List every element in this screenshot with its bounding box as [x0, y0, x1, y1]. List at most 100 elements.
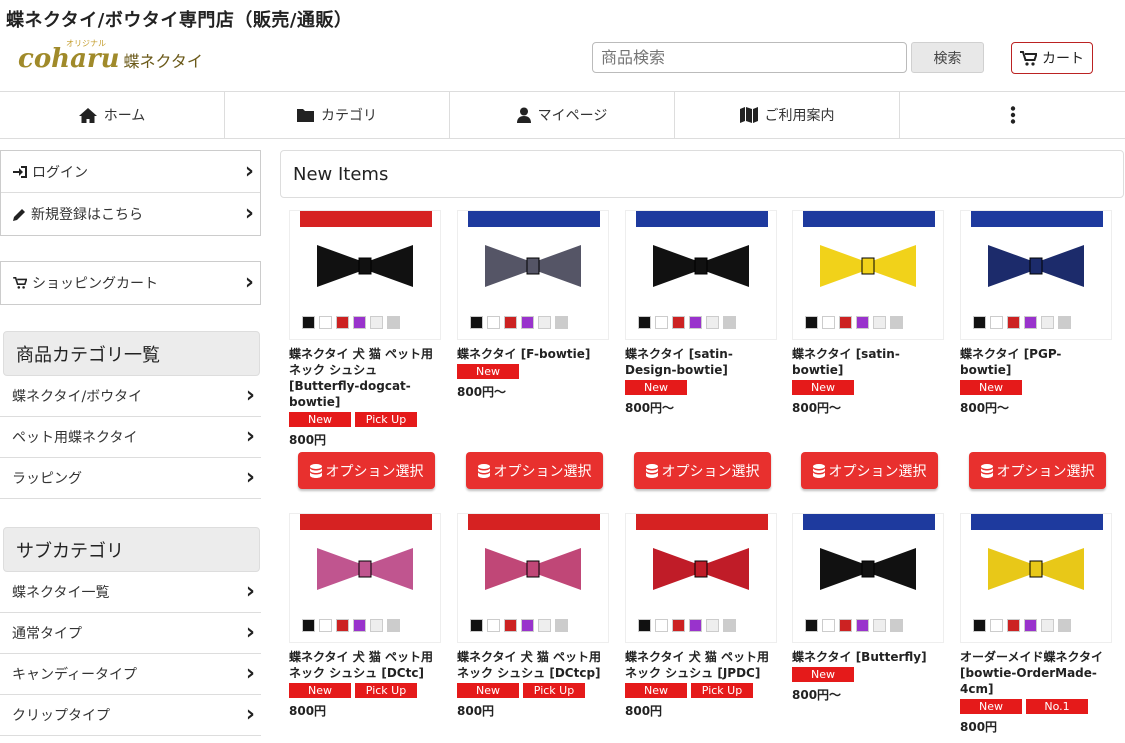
subcategory-item[interactable]: 蝶ネクタイ一覧 ›: [0, 572, 261, 613]
bowtie-icon: [988, 245, 1084, 287]
product-name[interactable]: オーダーメイド蝶ネクタイ [bowtie-OrderMade-4cm]: [960, 649, 1112, 697]
product-card[interactable]: 蝶ネクタイ [satin-bowtie] New 800円～: [792, 210, 944, 416]
product-name[interactable]: 蝶ネクタイ [PGP-bowtie]: [960, 346, 1112, 378]
search-input[interactable]: [592, 42, 907, 73]
shopping-cart-link[interactable]: ショッピングカート ›: [1, 262, 260, 304]
color-swatch: [990, 619, 1003, 632]
logo-tag: オリジナル: [66, 39, 106, 48]
user-icon: [516, 107, 531, 123]
product-badges: New Pick Up: [625, 683, 777, 698]
nav-category[interactable]: カテゴリ: [225, 92, 450, 138]
product-image[interactable]: [625, 210, 777, 340]
color-swatch: [387, 619, 400, 632]
cart-icon: [1020, 50, 1037, 66]
chevron-right-icon: ›: [244, 270, 254, 295]
subcategory-heading: サブカテゴリ: [3, 527, 260, 572]
category-item[interactable]: ペット用蝶ネクタイ ›: [0, 417, 261, 458]
product-card[interactable]: 蝶ネクタイ 犬 猫 ペット用 ネック シュシュ [DCtcp] New Pick U…: [457, 513, 609, 719]
product-price: 800円～: [960, 401, 1010, 415]
product-image[interactable]: [289, 210, 441, 340]
product-image[interactable]: [960, 210, 1112, 340]
product-image[interactable]: [457, 210, 609, 340]
color-swatch: [470, 316, 483, 329]
database-icon: [309, 463, 322, 478]
cart-button[interactable]: カート: [1011, 42, 1093, 74]
status-badge: New: [625, 380, 687, 395]
register-link[interactable]: 新規登録はこちら ›: [1, 193, 260, 235]
color-swatch: [336, 316, 349, 329]
login-link[interactable]: ログイン ›: [1, 151, 260, 193]
status-badge: New: [792, 380, 854, 395]
bowtie-icon: [485, 548, 581, 590]
color-swatch: [805, 619, 818, 632]
sign-in-icon: [13, 165, 27, 178]
bowtie-icon: [653, 548, 749, 590]
product-image-banner: [468, 514, 600, 530]
color-swatch: [504, 619, 517, 632]
site-logo[interactable]: オリジナル coharu 蝶ネクタイ: [18, 39, 203, 74]
product-card[interactable]: オーダーメイド蝶ネクタイ [bowtie-OrderMade-4cm] New No…: [960, 513, 1112, 735]
cart-label: カート: [1042, 51, 1084, 67]
product-card[interactable]: 蝶ネクタイ [Butterfly] New 800円～: [792, 513, 944, 703]
product-name[interactable]: 蝶ネクタイ [Butterfly]: [792, 649, 944, 665]
product-name[interactable]: 蝶ネクタイ 犬 猫 ペット用 ネック シュシュ [DCtcp]: [457, 649, 609, 681]
product-card[interactable]: 蝶ネクタイ 犬 猫 ペット用 ネック シュシュ [Butterfly-dogca…: [289, 210, 441, 448]
category-item[interactable]: 蝶ネクタイ/ボウタイ ›: [0, 376, 261, 417]
color-swatch: [655, 316, 668, 329]
product-name[interactable]: 蝶ネクタイ 犬 猫 ペット用 ネック シュシュ [Butterfly-dogca…: [289, 346, 441, 410]
product-image[interactable]: [792, 513, 944, 643]
product-name[interactable]: 蝶ネクタイ [satin-bowtie]: [792, 346, 944, 378]
product-card[interactable]: 蝶ネクタイ 犬 猫 ペット用 ネック シュシュ [JPDC] New Pick Up…: [625, 513, 777, 719]
product-card[interactable]: 蝶ネクタイ [PGP-bowtie] New 800円～: [960, 210, 1112, 416]
category-item[interactable]: ラッピング ›: [0, 458, 261, 499]
product-image[interactable]: [960, 513, 1112, 643]
product-image[interactable]: [289, 513, 441, 643]
color-swatch: [638, 619, 651, 632]
chevron-right-icon: ›: [245, 579, 255, 604]
product-image[interactable]: [457, 513, 609, 643]
color-swatch: [1024, 619, 1037, 632]
color-swatch: [504, 316, 517, 329]
subcategory-item[interactable]: 通常タイプ ›: [0, 613, 261, 654]
color-swatch: [805, 316, 818, 329]
subcategory-item[interactable]: クリップタイプ ›: [0, 695, 261, 736]
product-card[interactable]: 蝶ネクタイ 犬 猫 ペット用 ネック シュシュ [DCtc] New Pick Up…: [289, 513, 441, 719]
nav-more[interactable]: [900, 92, 1125, 138]
color-swatch: [638, 316, 651, 329]
product-image-banner: [636, 211, 768, 227]
product-image-banner: [971, 514, 1103, 530]
option-select-button[interactable]: オプション選択: [801, 452, 938, 489]
product-card[interactable]: 蝶ネクタイ [satin-Design-bowtie] New 800円～: [625, 210, 777, 416]
nav-home[interactable]: ホーム: [0, 92, 225, 138]
product-image[interactable]: [625, 513, 777, 643]
option-select-button[interactable]: オプション選択: [298, 452, 435, 489]
option-select-button[interactable]: オプション選択: [969, 452, 1106, 489]
color-swatch: [973, 619, 986, 632]
color-swatch: [1007, 316, 1020, 329]
search-button[interactable]: 検索: [911, 42, 984, 73]
search-button-label: 検索: [933, 50, 962, 67]
option-select-button[interactable]: オプション選択: [466, 452, 603, 489]
option-select-button[interactable]: オプション選択: [634, 452, 771, 489]
product-name[interactable]: 蝶ネクタイ [satin-Design-bowtie]: [625, 346, 777, 378]
color-swatch: [353, 316, 366, 329]
nav-home-label: ホーム: [103, 108, 146, 124]
account-box: ログイン › 新規登録はこちら ›: [0, 150, 261, 236]
status-badge: Pick Up: [355, 412, 417, 427]
product-name[interactable]: 蝶ネクタイ 犬 猫 ペット用 ネック シュシュ [DCtc]: [289, 649, 441, 681]
product-image[interactable]: [792, 210, 944, 340]
color-swatch: [538, 316, 551, 329]
subcategory-item[interactable]: キャンディータイプ ›: [0, 654, 261, 695]
product-card[interactable]: 蝶ネクタイ [F-bowtie] New 800円～: [457, 210, 609, 400]
color-swatch: [555, 316, 568, 329]
color-swatches: [638, 619, 736, 632]
color-swatch: [1058, 316, 1071, 329]
color-swatch: [990, 316, 1003, 329]
database-icon: [645, 463, 658, 478]
nav-mypage[interactable]: マイページ: [450, 92, 675, 138]
product-name[interactable]: 蝶ネクタイ 犬 猫 ペット用 ネック シュシュ [JPDC]: [625, 649, 777, 681]
database-icon: [477, 463, 490, 478]
product-price: 800円: [457, 704, 495, 718]
product-name[interactable]: 蝶ネクタイ [F-bowtie]: [457, 346, 609, 362]
nav-guide[interactable]: ご利用案内: [675, 92, 900, 138]
